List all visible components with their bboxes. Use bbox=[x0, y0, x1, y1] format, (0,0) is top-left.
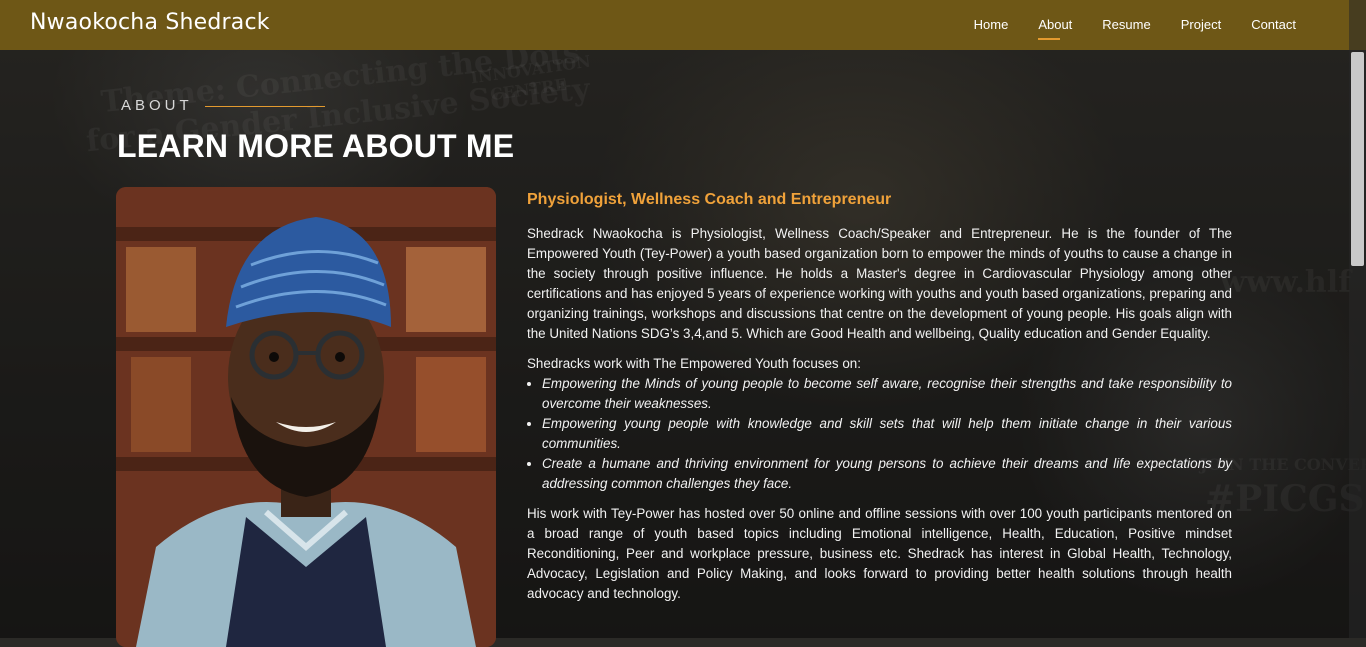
about-subtitle: Physiologist, Wellness Coach and Entrepr… bbox=[527, 191, 892, 208]
focus-item: Empowering young people with knowledge a… bbox=[542, 414, 1232, 454]
about-closing: His work with Tey-Power has hosted over … bbox=[527, 506, 1232, 601]
focus-item: Empowering the Minds of young people to … bbox=[542, 374, 1232, 414]
focus-list: Empowering the Minds of young people to … bbox=[527, 374, 1232, 494]
profile-photo bbox=[116, 187, 496, 647]
nav-resume[interactable]: Resume bbox=[1102, 17, 1150, 36]
section-title: LEARN MORE ABOUT ME bbox=[117, 128, 515, 164]
focus-intro: Shedracks work with The Empowered Youth … bbox=[527, 356, 861, 371]
site-header: Nwaokocha Shedrack Home About Resume Pro… bbox=[0, 0, 1366, 50]
scrollbar[interactable] bbox=[1349, 0, 1366, 638]
about-content: Physiologist, Wellness Coach and Entrepr… bbox=[527, 189, 1232, 614]
focus-item: Create a humane and thriving environment… bbox=[542, 454, 1232, 494]
nav-home[interactable]: Home bbox=[974, 17, 1009, 36]
scrollbar-thumb[interactable] bbox=[1351, 52, 1364, 266]
about-intro: Shedrack Nwaokocha is Physiologist, Well… bbox=[527, 226, 1232, 341]
main-nav: Home About Resume Project Contact bbox=[974, 17, 1296, 40]
section-eyebrow: ABOUT bbox=[121, 97, 193, 114]
eyebrow-divider bbox=[205, 106, 325, 107]
nav-project[interactable]: Project bbox=[1181, 17, 1221, 36]
site-logo[interactable]: Nwaokocha Shedrack bbox=[30, 10, 270, 35]
nav-contact[interactable]: Contact bbox=[1251, 17, 1296, 36]
nav-about[interactable]: About bbox=[1038, 17, 1072, 40]
